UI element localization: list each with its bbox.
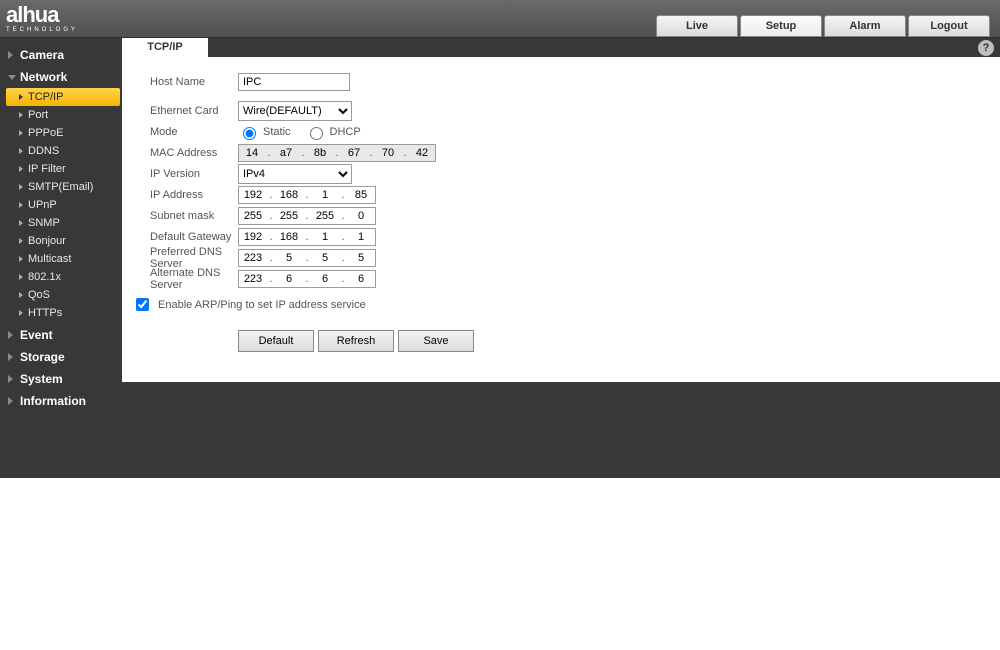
- sidebar-cat-system[interactable]: System: [0, 368, 122, 390]
- label-ipver: IP Version: [150, 168, 238, 180]
- sn-0[interactable]: [239, 208, 267, 224]
- sidebar-item-smtp[interactable]: SMTP(Email): [6, 178, 122, 196]
- sidebar-item-ipfilter[interactable]: IP Filter: [6, 160, 122, 178]
- sidebar-item-upnp[interactable]: UPnP: [6, 196, 122, 214]
- refresh-button[interactable]: Refresh: [318, 330, 394, 352]
- mac-0: [239, 145, 265, 161]
- pdns-0[interactable]: [239, 250, 267, 266]
- ip-1[interactable]: [275, 187, 303, 203]
- label-adns: Alternate DNS Server: [150, 267, 238, 291]
- label-mac: MAC Address: [150, 147, 238, 159]
- gw-2[interactable]: [311, 229, 339, 245]
- brand-name: alhua: [6, 4, 78, 26]
- mac-1: [273, 145, 299, 161]
- sidebar-cat-network[interactable]: Network: [0, 66, 122, 88]
- radio-dhcp[interactable]: [310, 127, 323, 140]
- gw-1[interactable]: [275, 229, 303, 245]
- select-ethernet[interactable]: Wire(DEFAULT): [238, 101, 352, 121]
- ip-0[interactable]: [239, 187, 267, 203]
- tab-tcpip[interactable]: TCP/IP: [122, 38, 208, 57]
- mac-4: [375, 145, 401, 161]
- sidebar-cat-event[interactable]: Event: [0, 324, 122, 346]
- sidebar-item-pppoe[interactable]: PPPoE: [6, 124, 122, 142]
- sidebar-item-https[interactable]: HTTPs: [6, 304, 122, 322]
- label-gateway: Default Gateway: [150, 231, 238, 243]
- gw-3[interactable]: [347, 229, 375, 245]
- radio-static[interactable]: [243, 127, 256, 140]
- pdns-1[interactable]: [275, 250, 303, 266]
- field-adns[interactable]: . . .: [238, 270, 376, 288]
- label-mode: Mode: [150, 126, 238, 138]
- input-host-name[interactable]: [238, 73, 350, 91]
- help-icon[interactable]: ?: [978, 40, 994, 56]
- pdns-3[interactable]: [347, 250, 375, 266]
- nav-live[interactable]: Live: [656, 15, 738, 37]
- checkbox-arp[interactable]: [136, 298, 149, 311]
- label-host-name: Host Name: [150, 76, 238, 88]
- default-button[interactable]: Default: [238, 330, 314, 352]
- sidebar-item-tcpip[interactable]: TCP/IP: [6, 88, 120, 106]
- mac-5: [409, 145, 435, 161]
- sidebar-item-qos[interactable]: QoS: [6, 286, 122, 304]
- sidebar-cat-camera[interactable]: Camera: [0, 44, 122, 66]
- sidebar-item-multicast[interactable]: Multicast: [6, 250, 122, 268]
- sidebar-item-bonjour[interactable]: Bonjour: [6, 232, 122, 250]
- field-mac: . . . . .: [238, 144, 436, 162]
- brand-subtitle: TECHNOLOGY: [6, 27, 78, 33]
- label-arp: Enable ARP/Ping to set IP address servic…: [158, 299, 366, 311]
- label-ipaddr: IP Address: [150, 189, 238, 201]
- label-subnet: Subnet mask: [150, 210, 238, 222]
- select-ipver[interactable]: IPv4: [238, 164, 352, 184]
- field-ipaddr[interactable]: . . .: [238, 186, 376, 204]
- label-ethernet: Ethernet Card: [150, 105, 238, 117]
- sidebar-item-ddns[interactable]: DDNS: [6, 142, 122, 160]
- pdns-2[interactable]: [311, 250, 339, 266]
- mac-2: [307, 145, 333, 161]
- nav-setup[interactable]: Setup: [740, 15, 822, 37]
- sidebar-cat-storage[interactable]: Storage: [0, 346, 122, 368]
- content-area: TCP/IP ? Host Name Ethernet Card Wire(DE…: [122, 38, 1000, 478]
- sn-3[interactable]: [347, 208, 375, 224]
- adns-2[interactable]: [311, 271, 339, 287]
- nav-alarm[interactable]: Alarm: [824, 15, 906, 37]
- save-button[interactable]: Save: [398, 330, 474, 352]
- sn-2[interactable]: [311, 208, 339, 224]
- sidebar-item-snmp[interactable]: SNMP: [6, 214, 122, 232]
- adns-3[interactable]: [347, 271, 375, 287]
- sidebar-item-port[interactable]: Port: [6, 106, 122, 124]
- label-static: Static: [263, 126, 291, 138]
- field-pdns[interactable]: . . .: [238, 249, 376, 267]
- field-subnet[interactable]: . . .: [238, 207, 376, 225]
- sidebar: Camera Network TCP/IP Port PPPoE DDNS IP…: [0, 38, 122, 478]
- field-gateway[interactable]: . . .: [238, 228, 376, 246]
- ip-3[interactable]: [347, 187, 375, 203]
- nav-logout[interactable]: Logout: [908, 15, 990, 37]
- sidebar-network-items: TCP/IP Port PPPoE DDNS IP Filter SMTP(Em…: [0, 88, 122, 324]
- sidebar-cat-information[interactable]: Information: [0, 390, 122, 412]
- mac-3: [341, 145, 367, 161]
- top-nav: Live Setup Alarm Logout: [656, 1, 990, 37]
- sidebar-item-8021x[interactable]: 802.1x: [6, 268, 122, 286]
- ip-2[interactable]: [311, 187, 339, 203]
- adns-0[interactable]: [239, 271, 267, 287]
- top-bar: alhua TECHNOLOGY Live Setup Alarm Logout: [0, 0, 1000, 38]
- label-dhcp: DHCP: [330, 126, 361, 138]
- sn-1[interactable]: [275, 208, 303, 224]
- form-panel: Host Name Ethernet Card Wire(DEFAULT) Mo…: [122, 57, 1000, 382]
- gw-0[interactable]: [239, 229, 267, 245]
- tab-bar: TCP/IP ?: [122, 38, 1000, 57]
- adns-1[interactable]: [275, 271, 303, 287]
- brand-logo: alhua TECHNOLOGY: [6, 4, 78, 33]
